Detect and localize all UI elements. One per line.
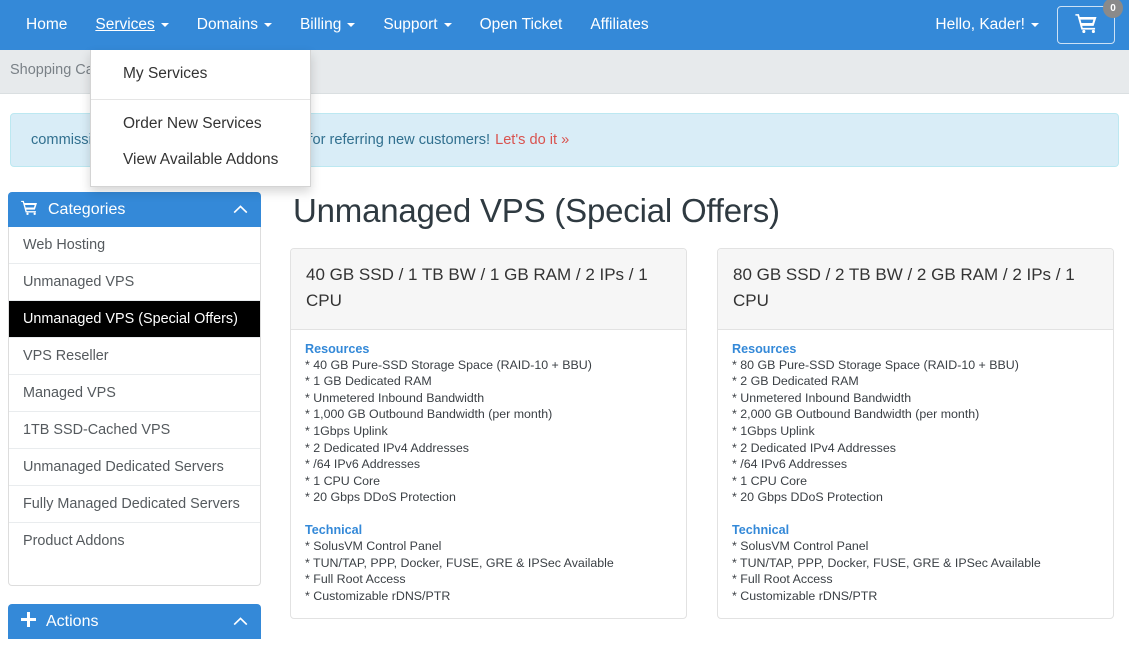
nav-item-label: Open Ticket — [479, 16, 563, 33]
nav-item-billing[interactable]: Billing — [286, 0, 369, 50]
nav-item-domains[interactable]: Domains — [183, 0, 286, 50]
main-content: Unmanaged VPS (Special Offers) 40 GB SSD… — [290, 192, 1129, 620]
feature-line: * 1 GB Dedicated RAM — [305, 374, 432, 389]
feature-line: * TUN/TAP, PPP, Docker, FUSE, GRE & IPSe… — [305, 555, 614, 570]
feature-line: * Unmetered Inbound Bandwidth — [732, 390, 912, 405]
sidebar-item-vps-reseller[interactable]: VPS Reseller — [9, 338, 260, 375]
nav-item-affiliates[interactable]: Affiliates — [576, 0, 662, 50]
nav-item-label: Billing — [299, 16, 342, 33]
nav-right-group: Hello, Kader! 0 — [923, 0, 1123, 44]
nav-item-open-ticket[interactable]: Open Ticket — [466, 0, 577, 50]
sidebar-item-fully-managed-dedicated-servers[interactable]: Fully Managed Dedicated Servers — [9, 486, 260, 523]
sidebar-item-unmanaged-dedicated-servers[interactable]: Unmanaged Dedicated Servers — [9, 449, 260, 486]
dropdown-item-order-new-services[interactable]: Order New Services — [91, 106, 310, 142]
chevron-down-icon — [160, 23, 169, 27]
nav-item-label: Support — [383, 16, 438, 33]
nav-item-support[interactable]: Support — [369, 0, 465, 50]
dropdown-divider — [91, 99, 310, 100]
chevron-down-icon — [263, 23, 272, 27]
section-heading-technical: Technical — [305, 523, 363, 538]
nav-item-label: Services — [95, 16, 155, 33]
feature-line: * Full Root Access — [305, 572, 406, 587]
feature-line: * 1 CPU Core — [732, 473, 808, 488]
account-greeting: Hello, Kader! — [935, 16, 1025, 33]
chevron-up-icon[interactable] — [233, 201, 248, 219]
services-dropdown-menu: My Services Order New Services View Avai… — [90, 50, 311, 187]
section-heading-technical: Technical — [732, 523, 790, 538]
top-navigation-bar: Home Services Domains Billing Support Op… — [0, 0, 1129, 50]
feature-line: * 1Gbps Uplink — [732, 424, 815, 439]
feature-line: * TUN/TAP, PPP, Docker, FUSE, GRE & IPSe… — [732, 555, 1041, 570]
chevron-down-icon — [443, 23, 452, 27]
product-card[interactable]: 40 GB SSD / 1 TB BW / 1 GB RAM / 2 IPs /… — [290, 248, 687, 620]
sidebar-item-1tb-ssd-cached-vps[interactable]: 1TB SSD-Cached VPS — [9, 412, 260, 449]
feature-line: * 2 GB Dedicated RAM — [732, 374, 859, 389]
feature-line: * SolusVM Control Panel — [305, 539, 442, 554]
section-heading-resources: Resources — [732, 341, 797, 356]
dropdown-item-view-available-addons[interactable]: View Available Addons — [91, 142, 310, 178]
product-details: Resources * 40 GB Pure-SSD Storage Space… — [291, 330, 686, 619]
chevron-down-icon — [347, 23, 356, 27]
feature-line: * 2 Dedicated IPv4 Addresses — [305, 440, 469, 455]
feature-line: * 80 GB Pure-SSD Storage Space (RAID-10 … — [732, 357, 1019, 372]
sidebar-item-product-addons[interactable]: Product Addons — [9, 523, 260, 559]
product-details: Resources * 80 GB Pure-SSD Storage Space… — [718, 330, 1113, 619]
section-heading-resources: Resources — [305, 341, 370, 356]
categories-panel-title: Categories — [48, 200, 126, 218]
feature-line: * Unmetered Inbound Bandwidth — [305, 390, 485, 405]
feature-line: * 2,000 GB Outbound Bandwidth (per month… — [732, 407, 980, 422]
sidebar-item-unmanaged-vps[interactable]: Unmanaged VPS — [9, 264, 260, 301]
feature-line: * Customizable rDNS/PTR — [305, 588, 451, 603]
chevron-down-icon — [1031, 23, 1039, 27]
product-card-list: 40 GB SSD / 1 TB BW / 1 GB RAM / 2 IPs /… — [290, 248, 1129, 620]
feature-line: * 20 Gbps DDoS Protection — [305, 490, 456, 505]
page-title: Unmanaged VPS (Special Offers) — [293, 192, 780, 229]
shopping-cart-icon — [21, 200, 38, 220]
product-name: 40 GB SSD / 1 TB BW / 1 GB RAM / 2 IPs /… — [291, 249, 686, 330]
feature-line: * /64 IPv6 Addresses — [732, 457, 848, 472]
categories-panel: Categories Web Hosting Unmanaged VPS Unm… — [8, 192, 261, 586]
actions-panel-title: Actions — [46, 612, 99, 630]
breadcrumb: Shopping Cart — [10, 62, 103, 78]
categories-list: Web Hosting Unmanaged VPS Unmanaged VPS … — [8, 227, 261, 586]
nav-item-label: Home — [26, 16, 68, 33]
feature-line: * 40 GB Pure-SSD Storage Space (RAID-10 … — [305, 357, 592, 372]
nav-links: Home Services Domains Billing Support Op… — [12, 0, 663, 50]
dropdown-item-my-services[interactable]: My Services — [91, 56, 310, 92]
sidebar: Categories Web Hosting Unmanaged VPS Unm… — [8, 192, 261, 657]
feature-line: * Customizable rDNS/PTR — [732, 588, 878, 603]
shopping-cart-icon — [1074, 13, 1098, 38]
actions-panel-header[interactable]: Actions — [8, 604, 261, 639]
account-menu[interactable]: Hello, Kader! — [923, 16, 1051, 34]
cart-button[interactable]: 0 — [1057, 0, 1123, 44]
nav-item-label: Domains — [196, 16, 258, 33]
nav-item-home[interactable]: Home — [12, 0, 81, 50]
chevron-up-icon[interactable] — [233, 613, 248, 631]
affiliate-alert-link[interactable]: Let's do it » — [495, 132, 569, 148]
cart-count-badge: 0 — [1103, 0, 1123, 18]
feature-line: * 1Gbps Uplink — [305, 424, 388, 439]
actions-panel: Actions — [8, 604, 261, 639]
feature-line: * 20 Gbps DDoS Protection — [732, 490, 883, 505]
feature-line: * /64 IPv6 Addresses — [305, 457, 421, 472]
product-card[interactable]: 80 GB SSD / 2 TB BW / 2 GB RAM / 2 IPs /… — [717, 248, 1114, 620]
sidebar-item-unmanaged-vps-special-offers[interactable]: Unmanaged VPS (Special Offers) — [9, 301, 260, 338]
sidebar-item-web-hosting[interactable]: Web Hosting — [9, 227, 260, 264]
sidebar-item-managed-vps[interactable]: Managed VPS — [9, 375, 260, 412]
nav-item-services[interactable]: Services — [81, 0, 182, 50]
feature-line: * 2 Dedicated IPv4 Addresses — [732, 440, 896, 455]
plus-icon — [21, 611, 36, 632]
feature-line: * 1 CPU Core — [305, 473, 381, 488]
product-name: 80 GB SSD / 2 TB BW / 2 GB RAM / 2 IPs /… — [718, 249, 1113, 330]
feature-line: * 1,000 GB Outbound Bandwidth (per month… — [305, 407, 553, 422]
nav-item-label: Affiliates — [590, 16, 649, 33]
categories-panel-header[interactable]: Categories — [8, 192, 261, 227]
feature-line: * SolusVM Control Panel — [732, 539, 869, 554]
feature-line: * Full Root Access — [732, 572, 833, 587]
